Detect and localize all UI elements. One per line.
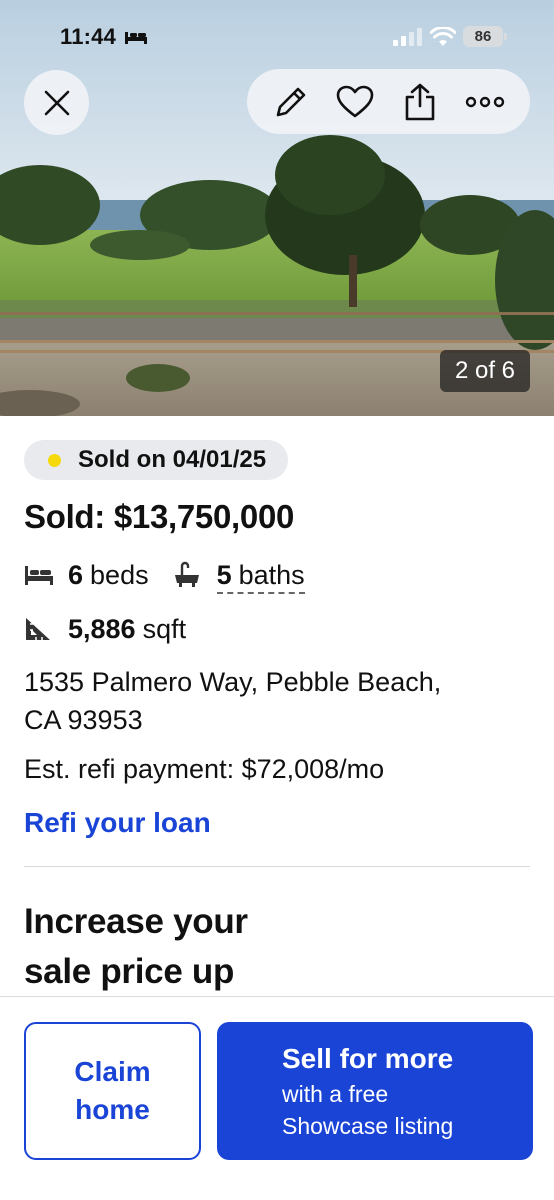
baths-link[interactable]: 5 baths [216,556,305,594]
favorite-button[interactable] [325,69,385,134]
beds-baths-row: 6 beds 5 baths [24,556,305,594]
close-button[interactable] [24,70,89,135]
bathtub-icon [173,560,203,590]
bed-icon [125,32,147,44]
status-badge-label: Sold on 04/01/25 [78,446,267,473]
status-bar: 11:44 86 [0,0,554,70]
share-button[interactable] [390,69,450,134]
sell-sub-line2: Showcase listing [282,1113,454,1139]
bottom-action-bar: Claim home Sell for more with a free Sho… [0,996,554,1200]
refi-payment: Est. refi payment: $72,008/mo [24,754,385,784]
beds-label: beds [90,559,149,590]
promo-heading-line2: sale price up [24,952,235,991]
signal-icon [393,28,422,46]
section-divider [24,866,530,867]
claim-line2: home [75,1094,150,1125]
listing-photo[interactable]: 11:44 86 2 of 6 [0,0,554,416]
baths-count: 5 [216,559,232,590]
sell-main-label: Sell for more [282,1043,454,1074]
sell-sub-line1: with a free [282,1081,389,1107]
address-line2: CA 93953 [24,705,143,735]
more-icon [465,96,505,107]
status-time: 11:44 [60,24,117,49]
promo-heading-line1: Increase your [24,902,248,941]
pencil-icon [276,87,306,116]
address-line1: 1535 Palmero Way, Pebble Beach, [24,667,442,697]
sold-price: Sold: $13,750,000 [24,498,295,535]
sell-for-more-button[interactable]: Sell for more with a free Showcase listi… [217,1022,533,1160]
refi-loan-link[interactable]: Refi your loan [24,807,211,839]
sqft-value: 5,886 [68,613,136,644]
baths-label: baths [238,559,305,590]
photo-counter: 2 of 6 [440,350,530,392]
claim-home-button[interactable]: Claim home [24,1022,201,1160]
close-icon [44,90,69,115]
edit-button[interactable] [261,69,321,134]
photo-action-pill [247,69,530,134]
beds-count: 6 [68,559,84,590]
listing-address: 1535 Palmero Way, Pebble Beach, CA 93953 [24,663,524,739]
promo-heading: Increase your sale price up [24,897,424,997]
status-badge: Sold on 04/01/25 [24,440,289,480]
more-button[interactable] [455,69,515,134]
sqft-row: 5,886 sqft [24,611,186,647]
status-dot [48,454,61,467]
ruler-triangle-icon [24,614,54,644]
battery-icon: 86 [463,26,507,47]
bed-icon [24,560,54,590]
share-icon [405,83,435,120]
sqft-label: sqft [142,613,187,644]
wifi-icon [430,27,456,46]
heart-icon [336,85,374,117]
claim-line1: Claim [74,1056,151,1087]
